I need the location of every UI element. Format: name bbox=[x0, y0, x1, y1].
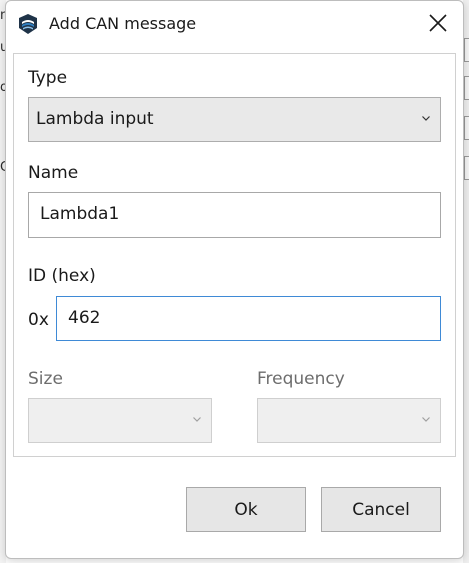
message-settings-group: Type Lambda input Name Lambda1 ID (hex) … bbox=[13, 53, 456, 457]
background-control bbox=[464, 38, 469, 62]
type-selected-value: Lambda input bbox=[36, 109, 154, 129]
background-control bbox=[464, 76, 469, 100]
ok-button[interactable]: Ok bbox=[186, 487, 306, 532]
chevron-down-icon bbox=[422, 116, 430, 121]
close-button[interactable] bbox=[427, 12, 449, 34]
size-label: Size bbox=[28, 369, 63, 389]
frequency-label: Frequency bbox=[257, 369, 345, 389]
id-label: ID (hex) bbox=[28, 266, 96, 286]
add-can-message-dialog: Add CAN message Type Lambda input Name L… bbox=[5, 0, 464, 559]
id-input[interactable]: 462 bbox=[56, 296, 441, 341]
cancel-button[interactable]: Cancel bbox=[321, 487, 441, 532]
id-input-value: 462 bbox=[68, 308, 101, 328]
close-icon bbox=[429, 14, 447, 32]
name-input-value: Lambda1 bbox=[40, 204, 120, 224]
chevron-down-icon bbox=[193, 417, 201, 422]
id-hex-prefix: 0x bbox=[28, 310, 49, 330]
name-input[interactable]: Lambda1 bbox=[28, 192, 441, 238]
background-control bbox=[464, 116, 469, 140]
type-dropdown[interactable]: Lambda input bbox=[28, 97, 441, 142]
dialog-title: Add CAN message bbox=[49, 14, 197, 33]
chevron-down-icon bbox=[422, 417, 430, 422]
title-bar[interactable]: Add CAN message bbox=[6, 1, 463, 47]
frequency-dropdown[interactable] bbox=[257, 398, 441, 443]
app-logo-icon bbox=[18, 13, 38, 35]
name-label: Name bbox=[28, 163, 79, 183]
type-label: Type bbox=[28, 68, 68, 88]
size-dropdown[interactable] bbox=[28, 398, 212, 443]
background-control bbox=[464, 156, 469, 180]
